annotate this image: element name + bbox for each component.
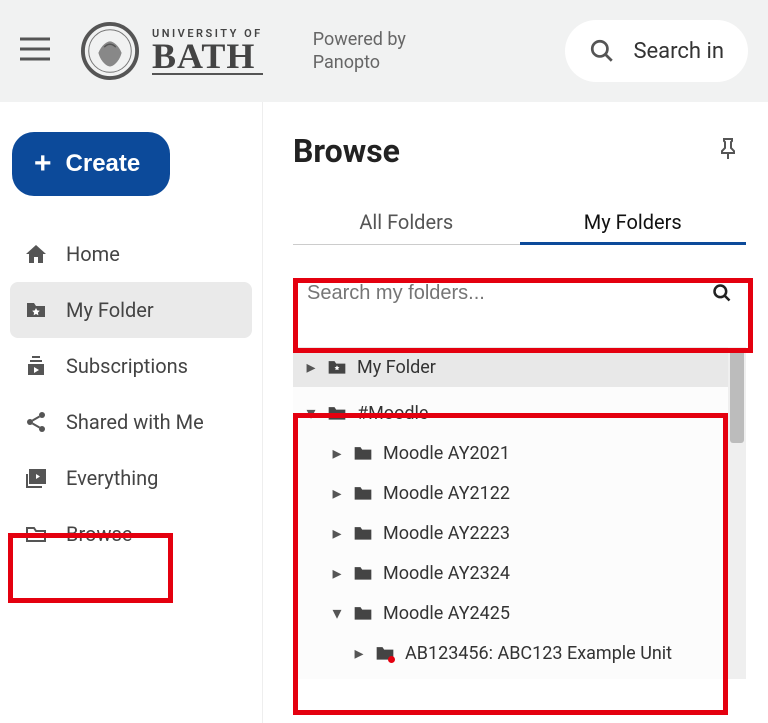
tree-label: Moodle AY2425	[383, 603, 510, 624]
tree-label: Moodle AY2122	[383, 483, 510, 504]
tree-label: Moodle AY2021	[383, 443, 510, 464]
caret-right-icon: ▸	[305, 357, 317, 378]
tree-label: Moodle AY2324	[383, 563, 510, 584]
top-bar: UNIVERSITY OF BATH Powered by Panopto Se…	[0, 0, 768, 102]
sidebar: + Create Home My Folder Subscriptions	[0, 102, 263, 723]
folder-icon	[353, 524, 373, 542]
page-title: Browse	[293, 132, 400, 170]
tree-label: My Folder	[357, 357, 436, 378]
caret-down-icon: ▾	[331, 603, 343, 624]
nav-label: Subscriptions	[66, 354, 188, 378]
caret-right-icon: ▸	[331, 563, 343, 584]
create-button[interactable]: + Create	[12, 132, 170, 196]
tree-label: AB123456: ABC123 Example Unit	[405, 643, 672, 664]
folder-icon	[353, 604, 373, 622]
folder-tabs: All Folders My Folders	[293, 200, 746, 245]
caret-right-icon: ▸	[331, 523, 343, 544]
tree-label: Moodle AY2223	[383, 523, 510, 544]
tree-folder[interactable]: ▸ Moodle AY2324	[293, 553, 746, 593]
nav-label: Home	[66, 242, 120, 266]
hamburger-icon[interactable]	[20, 37, 50, 65]
folder-icon	[353, 484, 373, 502]
brand-bath-label: BATH	[152, 40, 263, 75]
search-icon	[712, 283, 732, 303]
tree-folder[interactable]: ▸ Moodle AY2122	[293, 473, 746, 513]
nav-label: Shared with Me	[66, 410, 204, 434]
caret-right-icon: ▸	[353, 643, 365, 664]
video-library-icon	[22, 466, 50, 490]
nav-label: My Folder	[66, 298, 154, 322]
folder-search[interactable]	[293, 263, 746, 323]
folder-tree: ▸ My Folder ▾ #Moodle ▸	[293, 347, 746, 679]
nav-home[interactable]: Home	[10, 226, 252, 282]
pin-icon[interactable]	[718, 137, 738, 165]
folder-outline-icon	[22, 522, 50, 546]
scrollbar-track[interactable]	[728, 347, 746, 679]
folder-icon	[327, 404, 347, 422]
tree-folder-unit[interactable]: ▸ AB123456: ABC123 Example Unit	[293, 633, 746, 673]
caret-right-icon: ▸	[331, 443, 343, 464]
home-icon	[22, 242, 50, 266]
brand-text: UNIVERSITY OF BATH	[152, 27, 263, 75]
folder-star-icon	[22, 298, 50, 322]
create-button-label: Create	[66, 150, 141, 178]
caret-down-icon: ▾	[305, 403, 317, 424]
tab-all-folders[interactable]: All Folders	[293, 200, 520, 244]
crest-icon	[80, 22, 140, 80]
nav-subscriptions[interactable]: Subscriptions	[10, 338, 252, 394]
scrollbar-thumb[interactable]	[730, 349, 744, 443]
nav-everything[interactable]: Everything	[10, 450, 252, 506]
tree-root-my-folder[interactable]: ▸ My Folder	[293, 347, 746, 387]
plus-icon: +	[34, 149, 52, 179]
subscriptions-icon	[22, 354, 50, 378]
nav-browse[interactable]: Browse	[10, 506, 252, 562]
tree-folder[interactable]: ▸ Moodle AY2223	[293, 513, 746, 553]
tree-folder-moodle[interactable]: ▾ #Moodle	[293, 393, 746, 433]
tab-my-folders[interactable]: My Folders	[520, 200, 747, 244]
share-icon	[22, 410, 50, 434]
nav-label: Everything	[66, 466, 158, 490]
tree-folder[interactable]: ▾ Moodle AY2425	[293, 593, 746, 633]
folder-icon	[375, 644, 395, 662]
brand-logo: UNIVERSITY OF BATH	[80, 22, 263, 80]
folder-search-input[interactable]	[307, 282, 712, 305]
badge-dot-icon	[388, 656, 395, 663]
folder-icon	[353, 564, 373, 582]
caret-right-icon: ▸	[331, 483, 343, 504]
global-search[interactable]: Search in	[565, 20, 748, 82]
content-area: Browse All Folders My Folders	[263, 102, 768, 723]
powered-by-label: Powered by Panopto	[313, 28, 406, 75]
folder-icon	[353, 444, 373, 462]
search-icon	[589, 38, 615, 64]
global-search-placeholder: Search in	[633, 39, 724, 64]
nav-label: Browse	[66, 522, 132, 546]
folder-star-icon	[327, 358, 347, 376]
nav-my-folder[interactable]: My Folder	[10, 282, 252, 338]
tree-folder[interactable]: ▸ Moodle AY2021	[293, 433, 746, 473]
nav-shared[interactable]: Shared with Me	[10, 394, 252, 450]
tree-label: #Moodle	[357, 403, 428, 424]
